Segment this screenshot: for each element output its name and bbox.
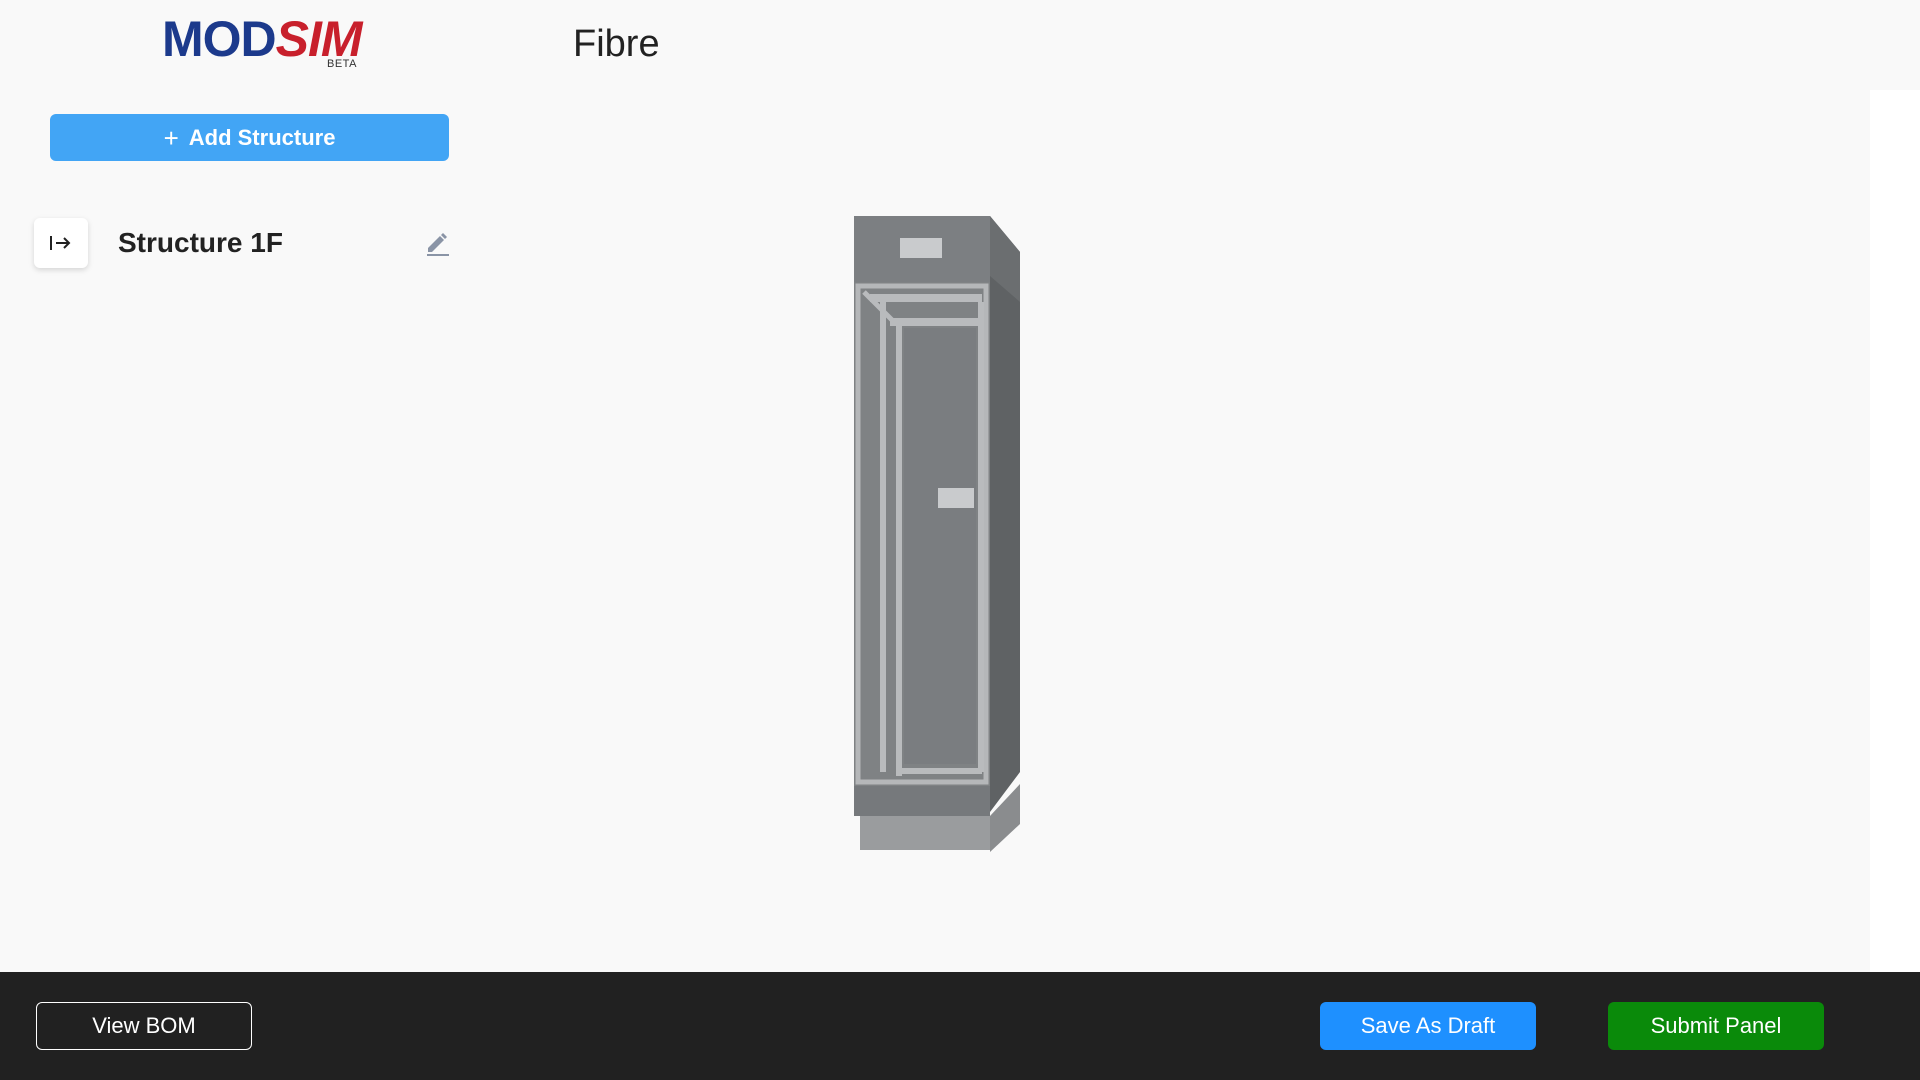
plus-icon: +: [163, 122, 179, 153]
view-bom-button[interactable]: View BOM: [36, 1002, 252, 1050]
arrow-right-bar-icon[interactable]: [34, 218, 88, 268]
submit-panel-button[interactable]: Submit Panel: [1608, 1002, 1824, 1050]
save-as-draft-button[interactable]: Save As Draft: [1320, 1002, 1536, 1050]
pencil-svg: [427, 233, 449, 256]
right-panel-edge: [1870, 90, 1920, 972]
modsim-logo: MODSIM BETA: [162, 10, 363, 74]
structure-list-item: Structure 1F: [34, 218, 454, 270]
cabinet-3d-view[interactable]: [850, 212, 1030, 852]
pencil-icon[interactable]: [422, 228, 452, 258]
footer-action-bar: View BOM Save As Draft Submit Panel: [0, 972, 1920, 1080]
structure-label: Structure 1F: [118, 227, 283, 258]
logo-beta-tag: BETA: [327, 58, 357, 70]
logo-mod: MOD: [162, 11, 277, 67]
app-root: MODSIM BETA Fibre + Add Structure Struct…: [0, 0, 1920, 1080]
collapse-svg: [50, 236, 71, 250]
add-structure-button[interactable]: + Add Structure: [50, 114, 449, 161]
add-structure-label: Add Structure: [188, 124, 336, 150]
page-title: Fibre: [573, 23, 660, 65]
